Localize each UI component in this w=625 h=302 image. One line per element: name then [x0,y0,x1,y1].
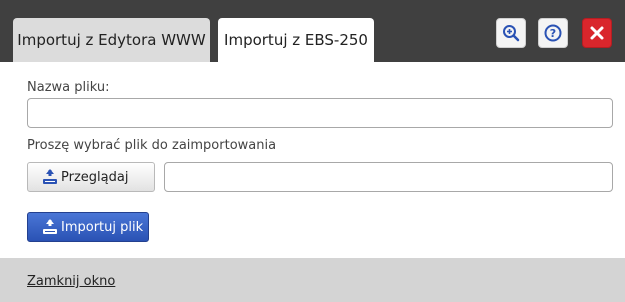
close-button[interactable] [582,18,612,48]
close-window-link[interactable]: Zamknij okno [27,274,115,289]
import-file-button-label: Importuj plik [61,220,144,235]
browse-button-label: Przeglądaj [61,170,129,185]
tab-import-from-web-editor[interactable]: Importuj z Edytora WWW [13,18,210,62]
zoom-in-icon [503,25,520,42]
filename-input[interactable] [27,98,613,128]
upload-icon [43,169,57,184]
help-button[interactable]: ? [538,18,568,48]
browse-button[interactable]: Przeglądaj [27,162,155,192]
dialog-header: Importuj z Edytora WWW Importuj z EBS-25… [0,0,625,62]
file-path-input[interactable] [164,162,613,192]
zoom-button[interactable] [496,18,526,48]
svg-text:?: ? [550,27,556,40]
help-icon: ? [544,24,562,42]
tab-import-from-ebs-250[interactable]: Importuj z EBS-250 [218,18,374,62]
choose-file-label: Proszę wybrać plik do zaimportowania [27,138,277,153]
close-icon [590,26,604,40]
import-file-button[interactable]: Importuj plik [27,212,149,242]
filename-label: Nazwa pliku: [27,80,110,95]
upload-icon [43,219,57,234]
import-dialog: Importuj z Edytora WWW Importuj z EBS-25… [0,0,625,302]
dialog-footer: Zamknij okno [0,258,625,302]
